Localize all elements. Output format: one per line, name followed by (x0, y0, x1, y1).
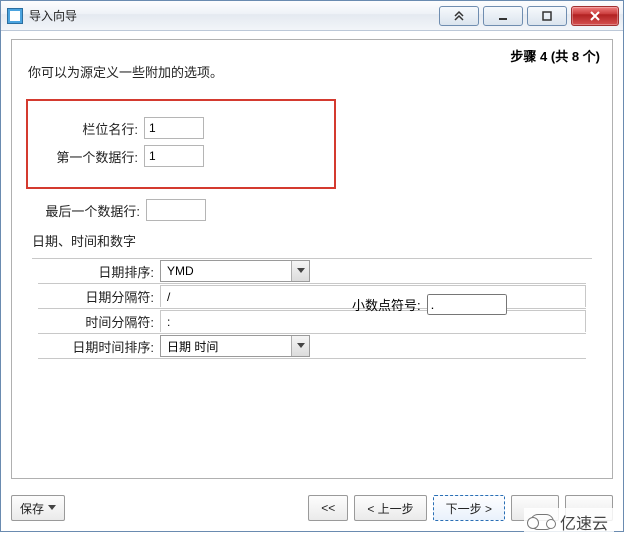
date-order-combo[interactable]: YMD (160, 260, 310, 282)
first-data-row-label: 第一个数据行: (40, 147, 144, 166)
watermark-text: 亿速云 (560, 510, 608, 534)
chevron-down-icon (291, 336, 309, 356)
datetime-order-label: 日期时间排序: (38, 337, 160, 356)
step-indicator: 步骤 4 (共 8 个) (510, 46, 600, 65)
decimal-symbol-group: 小数点符号: (352, 294, 507, 315)
datetime-order-combo[interactable]: 日期 时间 (160, 335, 310, 357)
window-title: 导入向导 (29, 7, 77, 24)
cloud-icon (530, 514, 554, 530)
app-icon (7, 8, 23, 24)
row-definition-group: 栏位名行: 第一个数据行: (26, 99, 336, 189)
date-order-label: 日期排序: (38, 262, 160, 281)
time-sep-label: 时间分隔符: (38, 312, 160, 331)
next-button[interactable]: 下一步 > (433, 495, 505, 521)
restore-alt-button[interactable] (439, 6, 479, 26)
last-data-row-label: 最后一个数据行: (30, 201, 146, 220)
field-name-row-label: 栏位名行: (40, 119, 144, 138)
watermark: 亿速云 (524, 508, 614, 536)
maximize-button[interactable] (527, 6, 567, 26)
first-data-row-input[interactable] (144, 145, 204, 167)
import-wizard-window: 导入向导 步骤 4 (共 8 个) 你可以为源定义一些附加的选项。 栏位名行: (0, 0, 624, 532)
prev-button[interactable]: < 上一步 (354, 495, 426, 521)
datetime-section-heading: 日期、时间和数字 (32, 231, 598, 250)
decimal-symbol-label: 小数点符号: (352, 295, 421, 314)
datetime-order-value: 日期 时间 (167, 338, 218, 355)
close-button[interactable] (571, 6, 619, 26)
field-name-row-input[interactable] (144, 117, 204, 139)
decimal-symbol-input[interactable] (427, 294, 507, 315)
titlebar: 导入向导 (1, 1, 623, 31)
date-order-value: YMD (167, 264, 194, 278)
last-data-row-input[interactable] (146, 199, 206, 221)
date-sep-label: 日期分隔符: (38, 287, 160, 306)
datetime-grid: 日期排序: YMD 日期分隔符: / 时间分隔符: : 日期时间排序: (32, 258, 592, 359)
chevron-down-icon (48, 505, 56, 511)
save-button[interactable]: 保存 (11, 495, 65, 521)
first-page-button[interactable]: << (308, 495, 348, 521)
minimize-button[interactable] (483, 6, 523, 26)
chevron-down-icon (291, 261, 309, 281)
window-controls (439, 6, 619, 26)
wizard-panel: 步骤 4 (共 8 个) 你可以为源定义一些附加的选项。 栏位名行: 第一个数据… (11, 39, 613, 479)
